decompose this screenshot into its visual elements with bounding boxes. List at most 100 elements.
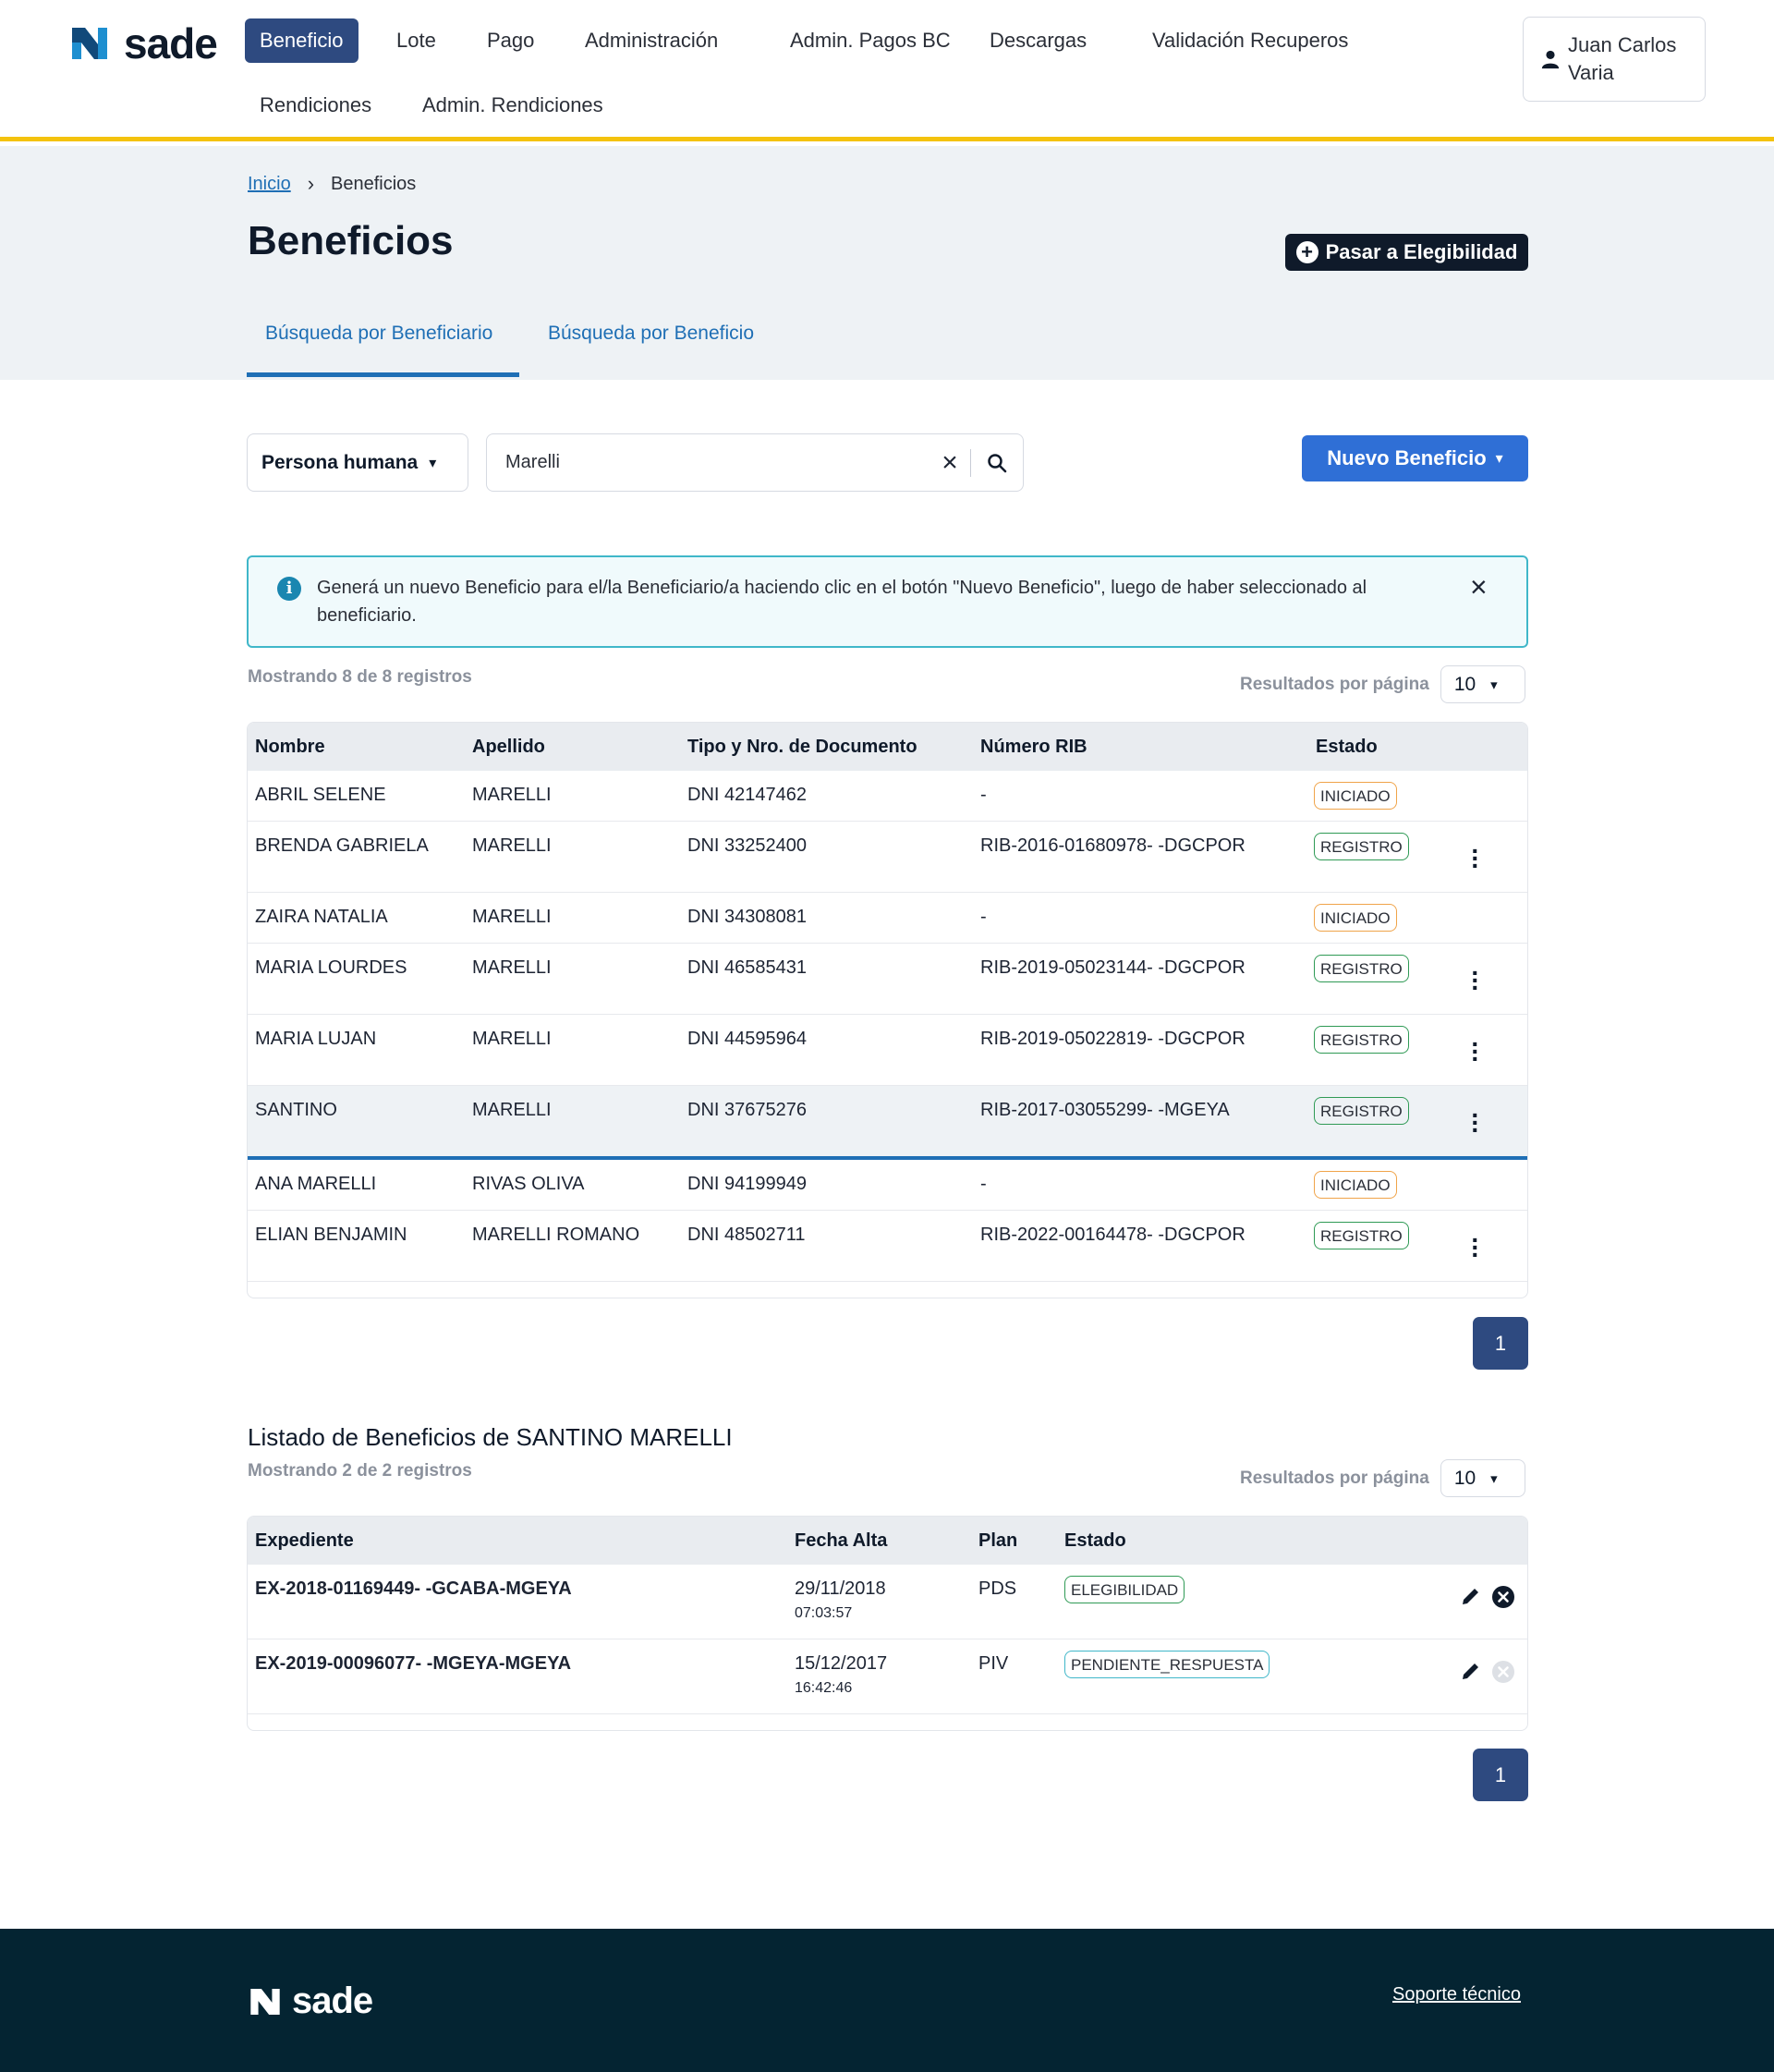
cell-hora: 16:42:46	[795, 1680, 853, 1696]
tab-busqueda-por-beneficio[interactable]: Búsqueda por Beneficio	[529, 312, 772, 377]
cell-nombre: MARIA LUJAN	[255, 1029, 377, 1049]
status-badge: REGISTRO	[1314, 833, 1409, 860]
person-type-value: Persona humana	[261, 451, 419, 473]
table-row[interactable]: EX-2019-00096077- -MGEYA-MGEYA 15/12/2017…	[248, 1639, 1527, 1714]
cell-fecha: 29/11/2018	[795, 1578, 886, 1599]
cell-documento: DNI 42147462	[687, 785, 807, 805]
cell-plan: PIV	[978, 1653, 1009, 1674]
info-alert: i Generá un nuevo Beneficio para el/la B…	[247, 555, 1528, 648]
beneficiaries-rows: ABRIL SELENE MARELLI DNI 42147462 - INICIADO…	[248, 771, 1527, 1282]
cancel-circle-icon[interactable]	[1491, 1660, 1515, 1689]
table-row[interactable]: BRENDA GABRIELA MARELLI DNI 33252400 RIB-20…	[248, 822, 1527, 893]
cell-nombre: MARIA LOURDES	[255, 957, 407, 978]
breadcrumb-home-link[interactable]: Inicio	[248, 174, 291, 195]
cell-nombre: ABRIL SELENE	[255, 785, 386, 805]
cell-rib: -	[980, 785, 987, 805]
table-row[interactable]: MARIA LUJAN MARELLI DNI 44595964 RIB-2019-0…	[248, 1015, 1527, 1086]
col-documento[interactable]: Tipo y Nro. de Documento	[687, 723, 917, 771]
table-row[interactable]: MARIA LOURDES MARELLI DNI 46585431 RIB-2019…	[248, 944, 1527, 1015]
footer-brand-name: sade	[292, 1981, 373, 2021]
cell-nombre: BRENDA GABRIELA	[255, 835, 429, 856]
nav-item-pago[interactable]: Pago	[472, 18, 549, 63]
status-badge: REGISTRO	[1314, 1097, 1409, 1125]
edit-icon[interactable]	[1460, 1660, 1482, 1688]
benefits-count: Mostrando 2 de 2 registros	[248, 1461, 472, 1481]
cell-apellido: MARELLI	[472, 785, 552, 805]
benefits-table: Expediente Fecha Alta Plan Estado EX-201…	[247, 1516, 1528, 1731]
nav-item-admin-pagos-bc[interactable]: Admin. Pagos BC	[775, 18, 966, 63]
cancel-circle-icon[interactable]	[1491, 1585, 1515, 1615]
cell-nombre: ZAIRA NATALIA	[255, 907, 388, 927]
cell-apellido: MARELLI	[472, 907, 552, 927]
col-fecha-alta[interactable]: Fecha Alta	[795, 1517, 887, 1565]
soporte-tecnico-link[interactable]: Soporte técnico	[1392, 1984, 1521, 2005]
top-navigation-bar: sade Beneficio Lote Pago Administración …	[0, 0, 1774, 141]
col-apellido[interactable]: Apellido	[472, 723, 545, 771]
nav-item-rendiciones[interactable]: Rendiciones	[245, 83, 386, 128]
brand-name: sade	[124, 19, 218, 67]
col-estado[interactable]: Estado	[1064, 1517, 1126, 1565]
nav-item-beneficio[interactable]: Beneficio	[245, 18, 358, 63]
benefits-rows: EX-2018-01169449- -GCABA-MGEYA 29/11/2018…	[248, 1565, 1527, 1714]
info-icon: i	[277, 577, 301, 601]
more-vertical-icon[interactable]: · · ·	[1466, 1103, 1485, 1143]
table-row[interactable]: SANTINO MARELLI DNI 37675276 RIB-2017-03055…	[248, 1086, 1527, 1160]
cell-nombre: ELIAN BENJAMIN	[255, 1225, 407, 1245]
benefits-per-page: Resultados por página 10 ▾	[1240, 1459, 1525, 1497]
chevron-down-icon: ▾	[1495, 451, 1503, 467]
table-row[interactable]: EX-2018-01169449- -GCABA-MGEYA 29/11/2018…	[248, 1565, 1527, 1639]
col-plan[interactable]: Plan	[978, 1517, 1017, 1565]
per-page-label: Resultados por página	[1240, 674, 1429, 694]
col-estado[interactable]: Estado	[1316, 723, 1378, 771]
tab-busqueda-por-beneficiario[interactable]: Búsqueda por Beneficiario	[247, 312, 519, 377]
more-vertical-icon[interactable]: · · ·	[1466, 1031, 1485, 1072]
nav-item-admin-rendiciones[interactable]: Admin. Rendiciones	[407, 83, 618, 128]
cell-nombre: SANTINO	[255, 1100, 337, 1120]
pasar-a-elegibilidad-button[interactable]: + Pasar a Elegibilidad	[1285, 234, 1528, 271]
cell-plan: PDS	[978, 1578, 1017, 1599]
person-type-select[interactable]: Persona humana ▾	[247, 433, 468, 492]
cell-documento: DNI 34308081	[687, 907, 807, 927]
cell-apellido: MARELLI	[472, 957, 552, 978]
col-expediente[interactable]: Expediente	[255, 1517, 354, 1565]
table-row[interactable]: ZAIRA NATALIA MARELLI DNI 34308081 - INICIAD…	[248, 893, 1527, 944]
table-row[interactable]: ANA MARELLI RIVAS OLIVA DNI 94199949 - INICI…	[248, 1160, 1527, 1211]
clear-search-icon[interactable]: ×	[930, 447, 970, 479]
nuevo-beneficio-button[interactable]: Nuevo Beneficio ▾	[1302, 435, 1528, 481]
more-vertical-icon[interactable]: · · ·	[1466, 1227, 1485, 1268]
col-rib[interactable]: Número RIB	[980, 723, 1087, 771]
cell-rib: RIB-2016-01680978- -DGCPOR	[980, 835, 1245, 856]
beneficiaries-page-1[interactable]: 1	[1473, 1317, 1528, 1370]
beneficiaries-table: Nombre Apellido Tipo y Nro. de Documento…	[247, 722, 1528, 1298]
status-badge: INICIADO	[1314, 1171, 1397, 1199]
benefits-page-1[interactable]: 1	[1473, 1749, 1528, 1801]
more-vertical-icon[interactable]: · · ·	[1466, 838, 1485, 879]
user-menu[interactable]: Juan Carlos Varia	[1523, 17, 1706, 102]
user-icon	[1541, 50, 1560, 69]
nav-item-validacion-recuperos[interactable]: Validación Recuperos	[1137, 18, 1363, 63]
cell-expediente: EX-2019-00096077- -MGEYA-MGEYA	[255, 1653, 572, 1674]
brand-logo[interactable]: sade	[68, 18, 218, 68]
close-icon[interactable]: ×	[1470, 570, 1488, 604]
per-page-select[interactable]: 10 ▾	[1440, 665, 1525, 703]
page-header: Inicio › Beneficios Beneficios + Pasar a…	[0, 146, 1774, 380]
nav-item-lote[interactable]: Lote	[382, 18, 451, 63]
more-vertical-icon[interactable]: · · ·	[1466, 960, 1485, 1001]
table-row[interactable]: ELIAN BENJAMIN MARELLI ROMANO DNI 48502711…	[248, 1211, 1527, 1282]
cell-documento: DNI 44595964	[687, 1029, 807, 1049]
col-nombre[interactable]: Nombre	[255, 723, 325, 771]
table-row[interactable]: ABRIL SELENE MARELLI DNI 42147462 - INICIADO	[248, 771, 1527, 822]
nav-item-administracion[interactable]: Administración	[570, 18, 733, 63]
per-page-value: 10	[1453, 673, 1476, 695]
search-input[interactable]: Marelli	[487, 452, 930, 473]
edit-icon[interactable]	[1460, 1585, 1482, 1613]
cell-fecha: 15/12/2017	[795, 1653, 888, 1674]
cell-apellido: MARELLI	[472, 835, 552, 856]
cell-expediente: EX-2018-01169449- -GCABA-MGEYA	[255, 1578, 572, 1599]
search-icon[interactable]	[971, 453, 1023, 473]
per-page-value: 10	[1453, 1467, 1476, 1489]
cell-rib: RIB-2019-05023144- -DGCPOR	[980, 957, 1245, 978]
per-page-select[interactable]: 10 ▾	[1440, 1459, 1525, 1497]
cell-apellido: MARELLI ROMANO	[472, 1225, 640, 1245]
nav-item-descargas[interactable]: Descargas	[975, 18, 1101, 63]
